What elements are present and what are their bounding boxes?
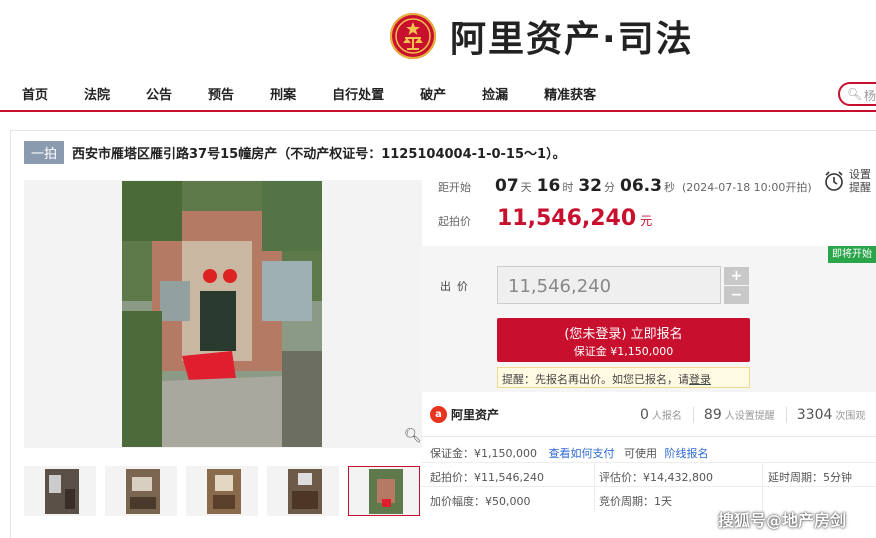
reminders-label: 人设置提醒 — [724, 411, 775, 422]
thumbnail[interactable] — [24, 466, 96, 516]
signup-button[interactable]: (您未登录) 立即报名 保证金 ¥1,150,000 — [497, 318, 750, 362]
login-link[interactable]: 登录 — [689, 373, 711, 386]
main-photo-viewer[interactable]: 🔍︎ — [24, 180, 422, 448]
detail-bid-period: 竞价周期：1天 — [599, 495, 672, 508]
search-icon: 🔍︎ — [847, 87, 863, 101]
brand-name: 阿里资产 — [451, 408, 500, 422]
brand-small: a 阿里资产 — [430, 406, 499, 423]
set-reminder-button[interactable]: 设置 提醒 — [823, 168, 871, 194]
main-nav: 首页 法院 公告 预告 刑案 自行处置 破产 捡漏 精准获客 🔍︎ 杨 — [0, 76, 876, 112]
start-price-value: 11,546,240 — [497, 206, 637, 231]
search-placeholder: 杨 — [864, 89, 876, 103]
deposit-info: 保证金：¥1,150,000 — [430, 447, 537, 460]
deposit-info-row: 保证金：¥1,150,000 查看如何支付 可使用 阶线报名 — [430, 445, 708, 461]
countdown-hours-unit: 时 — [562, 181, 574, 194]
start-price-label: 起拍价 — [438, 215, 471, 228]
nav-items: 首页 法院 公告 预告 刑案 自行处置 破产 捡漏 精准获客 — [22, 84, 632, 103]
countdown-seconds: 06.3 — [620, 176, 662, 196]
countdown-label: 距开始 — [438, 181, 471, 194]
signups-stat: 0 人报名 — [640, 407, 682, 423]
round-badge: 一拍 — [24, 141, 65, 164]
pay-later-link[interactable]: 阶线报名 — [664, 447, 708, 460]
detail-start-price: 起拍价：¥11,546,240 — [430, 471, 544, 484]
detail-increment: 加价幅度：¥50,000 — [430, 495, 531, 508]
divider — [692, 407, 694, 423]
logo-text: 阿里资产·司法 — [450, 19, 694, 60]
signups-count: 0 — [640, 407, 649, 423]
deposit-amount: 保证金 ¥1,150,000 — [573, 345, 674, 358]
detail-extension-period: 延时周期：5分钟 — [768, 471, 852, 484]
thumbnail[interactable] — [186, 466, 258, 516]
bid-label: 出价 — [440, 280, 474, 293]
listing-title: 西安市雁塔区雁引路37号15幢房产（不动产权证号：1125104004-1-0-… — [72, 147, 566, 162]
court-emblem-icon — [390, 13, 436, 59]
countdown-minutes: 32 — [578, 176, 603, 196]
reminders-count: 89 — [703, 407, 722, 423]
thumbnail-image — [207, 469, 241, 514]
views-label: 次围观 — [835, 411, 866, 422]
bid-amount-input[interactable]: 11,546,240 — [497, 266, 721, 304]
reminder-line2: 提醒 — [849, 181, 871, 194]
views-stat: 3304 次围观 — [797, 407, 866, 423]
alarm-clock-icon — [825, 171, 843, 191]
divider — [762, 462, 763, 512]
divider — [594, 462, 595, 512]
countdown-days: 07 — [495, 176, 519, 196]
start-price-unit: 元 — [640, 214, 653, 228]
site-logo[interactable]: 阿里资产·司法 — [390, 10, 694, 62]
tip-text: 提醒：先报名再出价。如您已报名，请 — [502, 373, 689, 386]
thumbnail-image — [126, 469, 160, 514]
signups-label: 人报名 — [651, 411, 682, 422]
nav-item-criminal[interactable]: 刑案 — [270, 84, 296, 103]
increase-bid-button[interactable]: + — [724, 267, 749, 285]
start-price-row: 起拍价 11,546,240 元 — [438, 206, 652, 231]
countdown-hours: 16 — [536, 176, 561, 196]
thumbnail-selected[interactable] — [348, 466, 420, 516]
thumbnail-image — [45, 469, 79, 514]
thumbnail-strip — [24, 466, 429, 516]
ali-asset-logo-icon: a — [430, 406, 447, 423]
nav-item-precision-leads[interactable]: 精准获客 — [544, 84, 596, 103]
reminders-stat: 89 人设置提醒 — [704, 407, 775, 423]
divider — [420, 436, 876, 437]
divider — [420, 486, 876, 487]
views-count: 3304 — [796, 407, 833, 423]
thumbnail-image — [369, 469, 403, 514]
nav-item-court[interactable]: 法院 — [84, 84, 110, 103]
nav-item-home[interactable]: 首页 — [22, 84, 48, 103]
thumbnail[interactable] — [267, 466, 339, 516]
signup-button-label: (您未登录) 立即报名 — [564, 327, 683, 342]
auction-stats: 0 人报名 89 人设置提醒 3304 次围观 — [640, 407, 876, 423]
countdown-row: 距开始 07 天 16 时 32 分 06.3 秒 (2024-07-18 10… — [438, 176, 812, 196]
nav-item-bankruptcy[interactable]: 破产 — [420, 84, 446, 103]
nav-item-self-disposal[interactable]: 自行处置 — [332, 84, 384, 103]
how-to-pay-link[interactable]: 查看如何支付 — [548, 447, 614, 460]
countdown-seconds-unit: 秒 — [663, 181, 675, 194]
thumbnail-image — [288, 469, 322, 514]
thumbnail[interactable] — [105, 466, 177, 516]
status-badge: 即将开始 — [828, 246, 876, 263]
watermark: 搜狐号@地产房剑 — [718, 511, 847, 530]
nav-item-bargain[interactable]: 捡漏 — [482, 84, 508, 103]
nav-item-announcement[interactable]: 公告 — [146, 84, 172, 103]
nav-item-preview[interactable]: 预告 — [208, 84, 234, 103]
available-text: 可使用 — [623, 447, 657, 460]
reminder-line1: 设置 — [849, 168, 871, 181]
countdown-days-unit: 天 — [520, 181, 532, 194]
divider — [785, 407, 787, 423]
auction-start-time: (2024-07-18 10:00开拍) — [681, 181, 812, 194]
reminder-text: 设置 提醒 — [849, 168, 871, 194]
countdown-minutes-unit: 分 — [604, 181, 616, 194]
listing-title-row: 一拍 西安市雁塔区雁引路37号15幢房产（不动产权证号：1125104004-1… — [24, 141, 566, 164]
detail-appraisal-price: 评估价：¥14,432,800 — [599, 471, 713, 484]
decrease-bid-button[interactable]: − — [724, 286, 749, 304]
house-photo — [122, 181, 322, 447]
login-tip: 提醒：先报名再出价。如您已报名，请登录 — [497, 367, 750, 388]
divider — [420, 462, 876, 463]
search-input[interactable]: 🔍︎ 杨 — [838, 82, 876, 106]
